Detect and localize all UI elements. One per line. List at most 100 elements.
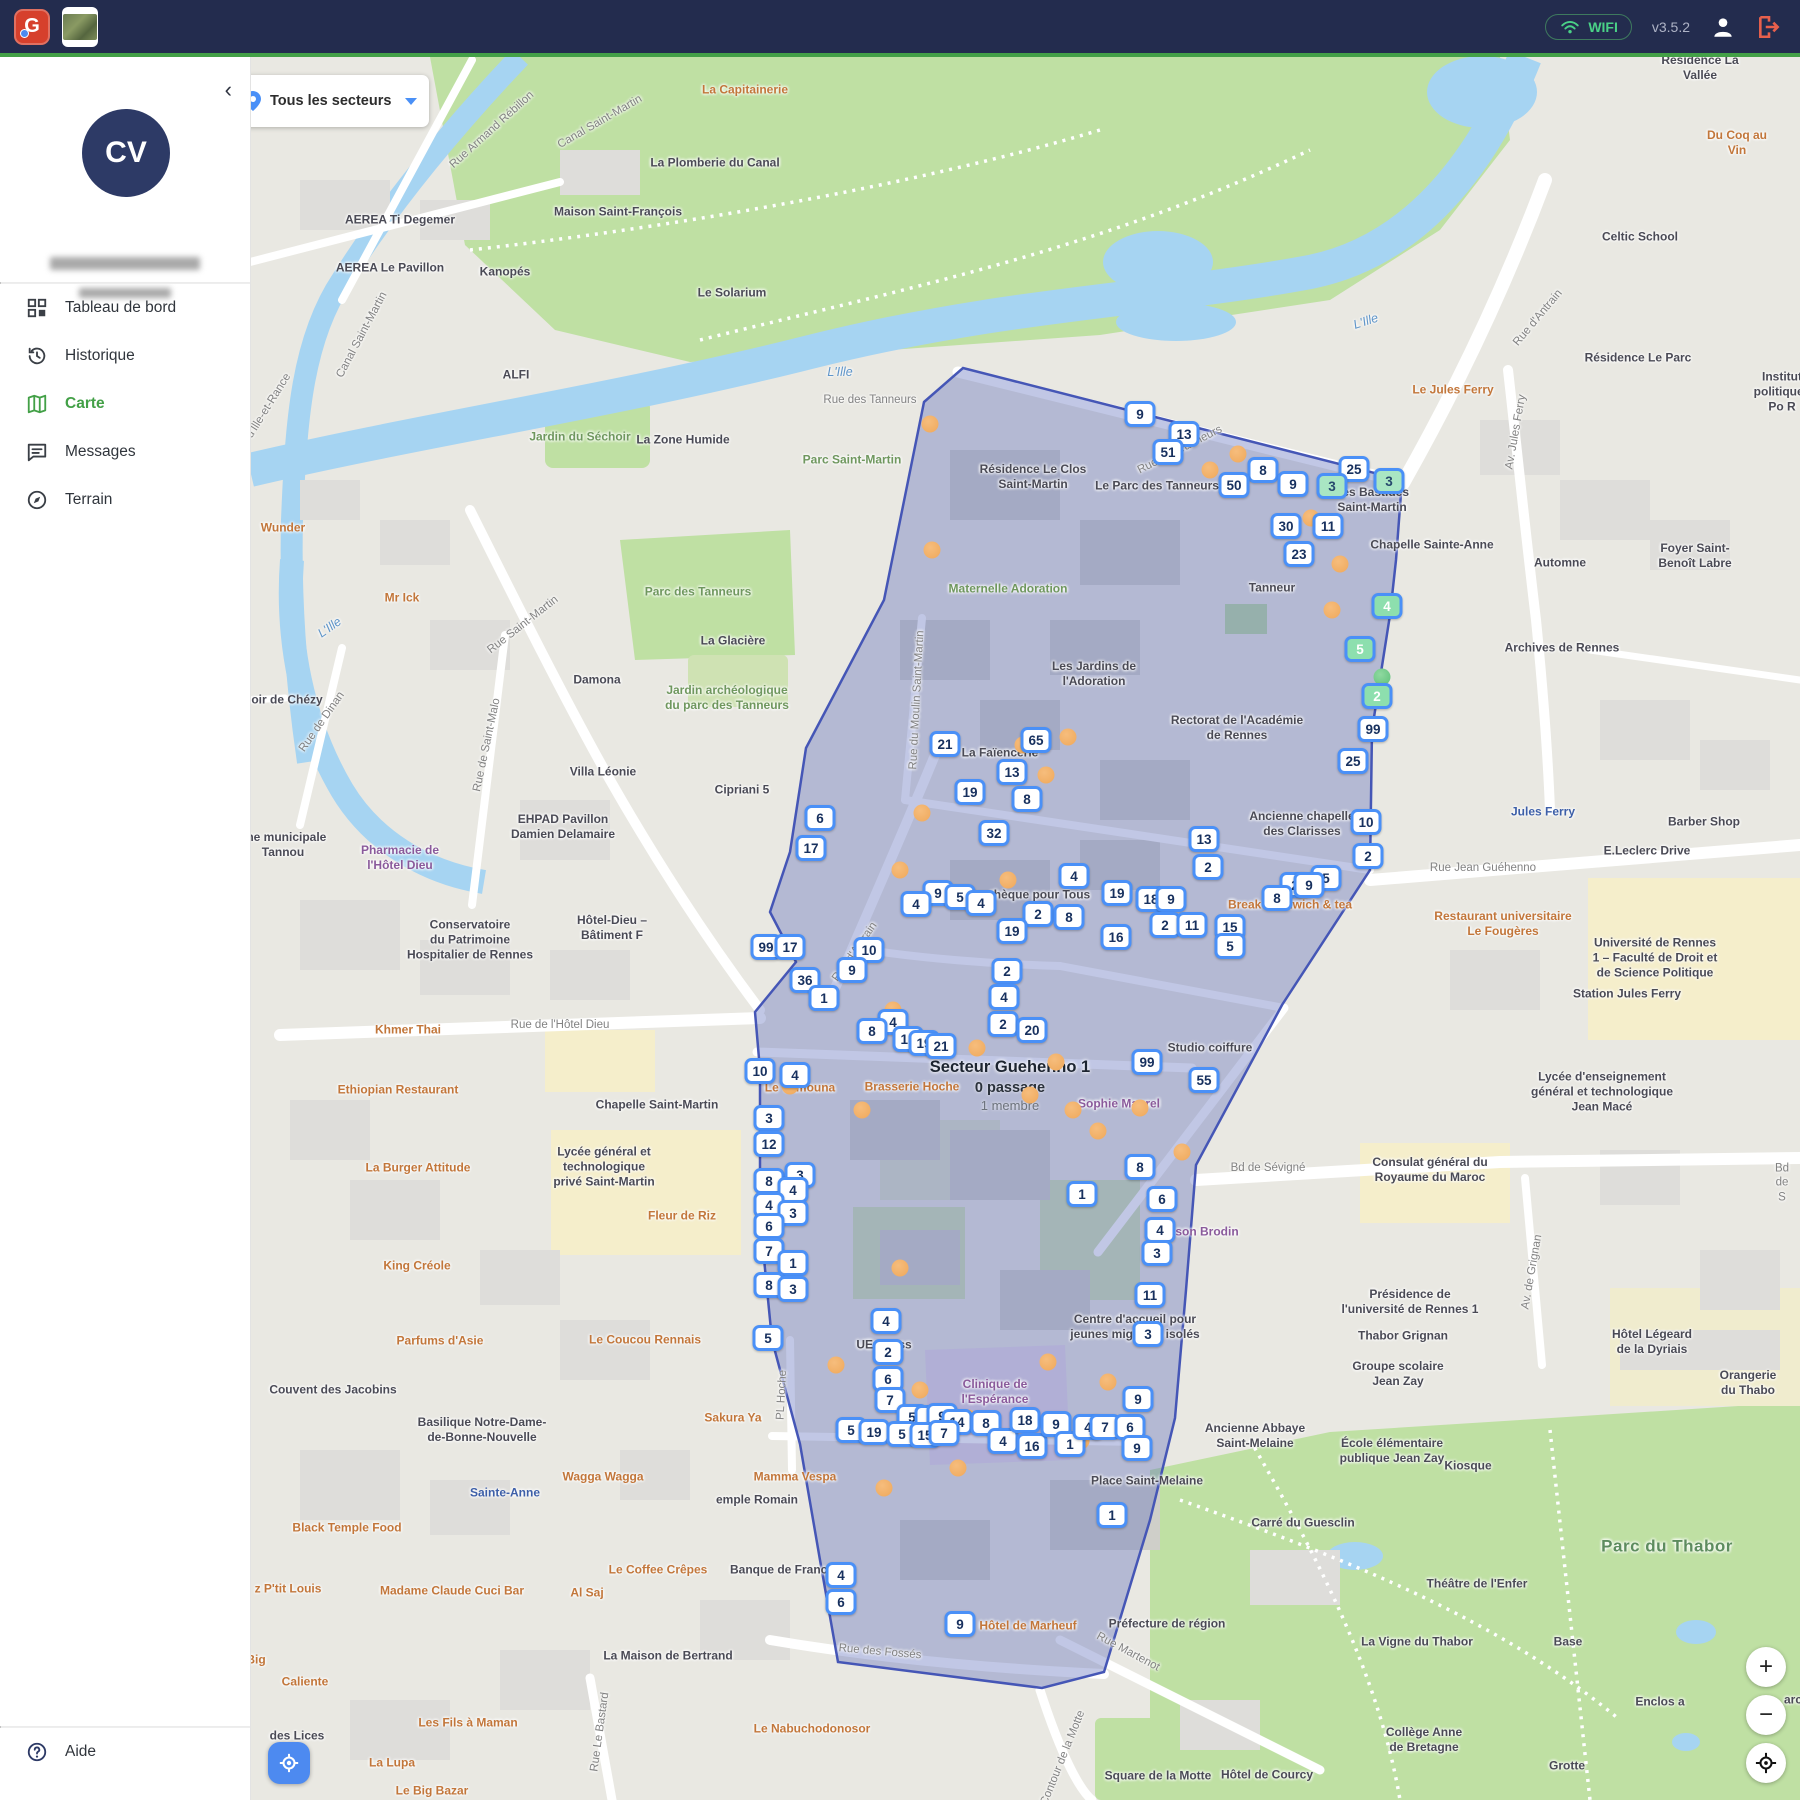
numbered-map-marker[interactable]: 8 xyxy=(1248,457,1279,483)
photo-thumbnail[interactable] xyxy=(62,7,98,47)
numbered-map-marker[interactable]: 9 xyxy=(1125,401,1156,427)
numbered-map-marker[interactable]: 4 xyxy=(871,1308,902,1334)
numbered-map-marker[interactable]: 9 xyxy=(1156,886,1187,912)
passage-dot-marker[interactable] xyxy=(1332,556,1349,573)
passage-dot-marker[interactable] xyxy=(1038,767,1055,784)
passage-dot-marker[interactable] xyxy=(969,1040,986,1057)
numbered-map-marker[interactable]: 8 xyxy=(1262,885,1293,911)
passage-dot-marker[interactable] xyxy=(924,542,941,559)
numbered-map-marker[interactable]: 17 xyxy=(796,835,827,861)
numbered-map-marker[interactable]: 3 xyxy=(754,1105,785,1131)
passage-dot-marker[interactable] xyxy=(876,1480,893,1497)
numbered-map-marker[interactable]: 9 xyxy=(1278,471,1309,497)
passage-dot-marker[interactable] xyxy=(1040,1354,1057,1371)
numbered-map-marker[interactable]: 4 xyxy=(989,984,1020,1010)
numbered-map-marker[interactable]: 1 xyxy=(778,1250,809,1276)
map-canvas[interactable]: La CapitainerieLa Plomberie du CanalMais… xyxy=(250,57,1800,1800)
numbered-map-marker[interactable]: 13 xyxy=(997,759,1028,785)
numbered-map-marker[interactable]: 19 xyxy=(955,779,986,805)
numbered-map-marker[interactable]: 17 xyxy=(775,934,806,960)
numbered-map-marker[interactable]: 8 xyxy=(1012,786,1043,812)
numbered-map-marker[interactable]: 1 xyxy=(1097,1502,1128,1528)
numbered-map-marker[interactable]: 5 xyxy=(1345,636,1376,662)
passage-dot-marker[interactable] xyxy=(854,1102,871,1119)
passage-dot-marker[interactable] xyxy=(1048,1054,1065,1071)
numbered-map-marker[interactable]: 8 xyxy=(1125,1154,1156,1180)
numbered-map-marker[interactable]: 10 xyxy=(1351,809,1382,835)
sector-selector-dropdown[interactable]: Tous les secteurs xyxy=(233,75,429,127)
passage-dot-marker[interactable] xyxy=(1132,1100,1149,1117)
numbered-map-marker[interactable]: 21 xyxy=(930,731,961,757)
numbered-map-marker[interactable]: 9 xyxy=(1122,1435,1153,1461)
numbered-map-marker[interactable]: 7 xyxy=(929,1420,960,1446)
numbered-map-marker[interactable]: 9 xyxy=(945,1611,976,1637)
numbered-map-marker[interactable]: 6 xyxy=(1147,1186,1178,1212)
numbered-map-marker[interactable]: 1 xyxy=(809,985,840,1011)
numbered-map-marker[interactable]: 6 xyxy=(754,1213,785,1239)
sidebar-item-tableau-de-bord[interactable]: Tableau de bord xyxy=(0,284,250,332)
zoom-in-button[interactable]: + xyxy=(1746,1647,1786,1687)
recenter-button[interactable] xyxy=(1746,1743,1786,1783)
numbered-map-marker[interactable]: 55 xyxy=(1189,1067,1220,1093)
numbered-map-marker[interactable]: 32 xyxy=(979,820,1010,846)
numbered-map-marker[interactable]: 2 xyxy=(992,958,1023,984)
numbered-map-marker[interactable]: 25 xyxy=(1338,748,1369,774)
sidebar-item-messages[interactable]: Messages xyxy=(0,428,250,476)
numbered-map-marker[interactable]: 8 xyxy=(857,1018,888,1044)
numbered-map-marker[interactable]: 99 xyxy=(1358,716,1389,742)
passage-dot-marker[interactable] xyxy=(1324,602,1341,619)
numbered-map-marker[interactable]: 9 xyxy=(1123,1386,1154,1412)
sidebar-item-aide[interactable]: Aide xyxy=(0,1728,250,1776)
numbered-map-marker[interactable]: 8 xyxy=(1054,904,1085,930)
logout-icon[interactable] xyxy=(1756,14,1782,40)
numbered-map-marker[interactable]: 2 xyxy=(988,1011,1019,1037)
numbered-map-marker[interactable]: 19 xyxy=(859,1419,890,1445)
passage-dot-marker[interactable] xyxy=(922,416,939,433)
numbered-map-marker[interactable]: 2 xyxy=(1362,683,1393,709)
app-logo-icon[interactable]: G xyxy=(14,9,50,45)
sidebar-item-historique[interactable]: Historique xyxy=(0,332,250,380)
numbered-map-marker[interactable]: 5 xyxy=(753,1325,784,1351)
numbered-map-marker[interactable]: 4 xyxy=(1059,863,1090,889)
numbered-map-marker[interactable]: 10 xyxy=(745,1058,776,1084)
passage-dot-marker[interactable] xyxy=(1174,1144,1191,1161)
numbered-map-marker[interactable]: 20 xyxy=(1017,1017,1048,1043)
passage-dot-marker[interactable] xyxy=(892,1260,909,1277)
numbered-map-marker[interactable]: 13 xyxy=(1189,826,1220,852)
numbered-map-marker[interactable]: 9 xyxy=(1294,872,1325,898)
numbered-map-marker[interactable]: 21 xyxy=(926,1033,957,1059)
numbered-map-marker[interactable]: 12 xyxy=(754,1131,785,1157)
numbered-map-marker[interactable]: 51 xyxy=(1153,439,1184,465)
zoom-out-button[interactable]: − xyxy=(1746,1695,1786,1735)
passage-dot-marker[interactable] xyxy=(1065,1102,1082,1119)
numbered-map-marker[interactable]: 6 xyxy=(826,1589,857,1615)
avatar[interactable]: CV xyxy=(82,109,170,197)
passage-dot-marker[interactable] xyxy=(1202,462,1219,479)
numbered-map-marker[interactable]: 11 xyxy=(1135,1282,1166,1308)
passage-dot-marker[interactable] xyxy=(1230,446,1247,463)
numbered-map-marker[interactable]: 23 xyxy=(1284,541,1315,567)
passage-dot-marker[interactable] xyxy=(1000,872,1017,889)
passage-dot-marker[interactable] xyxy=(828,1357,845,1374)
passage-dot-marker[interactable] xyxy=(950,1460,967,1477)
numbered-map-marker[interactable]: 16 xyxy=(1017,1433,1048,1459)
numbered-map-marker[interactable]: 1 xyxy=(1067,1181,1098,1207)
numbered-map-marker[interactable]: 3 xyxy=(778,1276,809,1302)
numbered-map-marker[interactable]: 4 xyxy=(826,1562,857,1588)
passage-dot-marker[interactable] xyxy=(912,1382,929,1399)
numbered-map-marker[interactable]: 19 xyxy=(997,918,1028,944)
sidebar-item-carte[interactable]: Carte xyxy=(0,380,250,428)
passage-dot-marker[interactable] xyxy=(1100,1374,1117,1391)
passage-dot-marker[interactable] xyxy=(1060,729,1077,746)
geolocate-button[interactable] xyxy=(268,1742,310,1784)
numbered-map-marker[interactable]: 6 xyxy=(805,805,836,831)
numbered-map-marker[interactable]: 50 xyxy=(1219,472,1250,498)
numbered-map-marker[interactable]: 11 xyxy=(1313,513,1344,539)
numbered-map-marker[interactable]: 3 xyxy=(1374,468,1405,494)
numbered-map-marker[interactable]: 5 xyxy=(1215,933,1246,959)
passage-dot-marker[interactable] xyxy=(1022,1087,1039,1104)
numbered-map-marker[interactable]: 19 xyxy=(1102,880,1133,906)
numbered-map-marker[interactable]: 4 xyxy=(966,890,997,916)
numbered-map-marker[interactable]: 4 xyxy=(901,891,932,917)
sidebar-item-terrain[interactable]: Terrain xyxy=(0,476,250,524)
